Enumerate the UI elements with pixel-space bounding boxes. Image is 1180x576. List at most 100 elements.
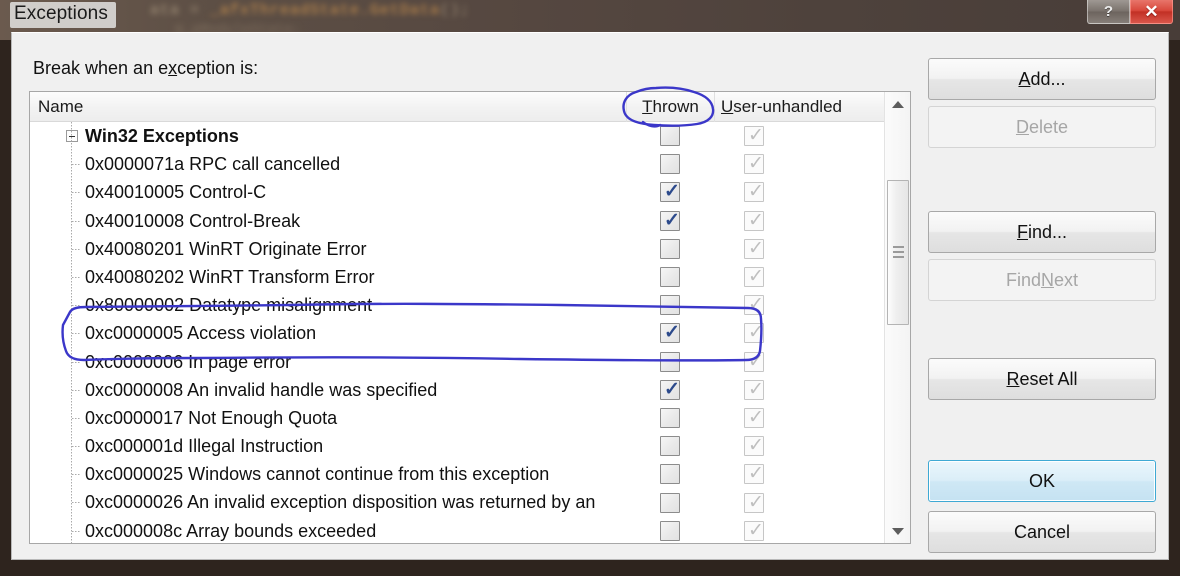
thrown-checkbox-cell[interactable] (626, 235, 714, 263)
list-rows-container: Win32 Exceptions ✓ 0x0000071a RPC call can… (30, 122, 910, 543)
thrown-checkbox-cell[interactable]: ✓ (626, 319, 714, 347)
user-unhandled-checkbox-cell: ✓ (714, 319, 910, 347)
thrown-checkbox-cell[interactable] (626, 432, 714, 460)
row-name-cell: 0x0000071a RPC call cancelled (85, 154, 341, 175)
column-header-name[interactable]: Name (30, 92, 626, 122)
thrown-checkbox[interactable]: ✓ (660, 322, 680, 344)
thrown-checkbox-cell[interactable] (626, 488, 714, 516)
table-row[interactable]: 0xc0000017 Not Enough Quota ✓ (30, 404, 910, 432)
thrown-checkbox-cell[interactable] (626, 404, 714, 432)
thrown-checkbox[interactable] (660, 267, 680, 288)
thrown-checkbox-cell[interactable]: ✓ (626, 207, 714, 235)
thrown-checkbox[interactable] (660, 238, 680, 259)
row-name-cell: 0xc0000006 In page error (85, 351, 292, 372)
user-unhandled-checkbox-cell: ✓ (714, 291, 910, 319)
thrown-checkbox[interactable] (660, 126, 680, 147)
checkmark-icon: ✓ (748, 237, 764, 259)
user-unhandled-checkbox: ✓ (744, 406, 764, 428)
checkmark-icon: ✓ (748, 322, 764, 344)
thrown-checkbox[interactable]: ✓ (660, 181, 680, 203)
reset-all-button[interactable]: Reset All (928, 358, 1156, 400)
row-name-cell: 0x80000002 Datatype misalignment (85, 295, 373, 316)
list-group-row[interactable]: Win32 Exceptions ✓ (30, 122, 910, 150)
thrown-checkbox[interactable] (660, 295, 680, 316)
checkmark-icon: ✓ (748, 266, 764, 288)
exceptions-list[interactable]: Name Thrown User-unhandled Win32 Excepti… (29, 91, 911, 544)
thrown-checkbox-cell[interactable] (626, 150, 714, 178)
list-vertical-scrollbar[interactable] (884, 92, 910, 543)
row-name-cell: 0x40010005 Control-C (85, 182, 267, 203)
user-unhandled-checkbox: ✓ (744, 153, 764, 175)
checkmark-icon: ✓ (748, 378, 764, 400)
thrown-checkbox[interactable] (660, 407, 680, 428)
thrown-checkbox-cell[interactable] (626, 348, 714, 376)
find-next-button[interactable]: Find Next (928, 259, 1156, 301)
table-row[interactable]: 0xc0000006 In page error ✓ (30, 348, 910, 376)
column-header-user-unhandled[interactable]: User-unhandled (714, 92, 910, 122)
delete-button[interactable]: Delete (928, 106, 1156, 148)
help-button[interactable]: ? (1087, 0, 1130, 24)
thrown-checkbox-cell[interactable] (626, 263, 714, 291)
close-button[interactable]: ✕ (1130, 0, 1173, 24)
user-unhandled-checkbox-cell: ✓ (714, 376, 910, 404)
thrown-checkbox-cell[interactable] (626, 291, 714, 319)
find-button[interactable]: Find... (928, 211, 1156, 253)
scrollbar-thumb[interactable] (887, 180, 909, 325)
checkmark-icon: ✓ (748, 435, 764, 457)
table-row[interactable]: 0x40010008 Control-Break ✓ ✓ (30, 207, 910, 235)
user-unhandled-checkbox: ✓ (744, 378, 764, 400)
thrown-checkbox-cell[interactable]: ✓ (626, 178, 714, 206)
thrown-checkbox[interactable] (660, 351, 680, 372)
row-name-cell: 0x40080201 WinRT Originate Error (85, 238, 367, 259)
thrown-checkbox[interactable]: ✓ (660, 210, 680, 231)
ok-button[interactable]: OK (928, 460, 1156, 502)
scroll-up-arrow-icon[interactable] (885, 92, 910, 116)
user-unhandled-checkbox: ✓ (744, 237, 764, 259)
scroll-down-arrow-icon[interactable] (885, 519, 910, 543)
table-row[interactable]: 0xc0000005 Access violation ✓ ✓ (30, 319, 910, 347)
thrown-checkbox[interactable] (660, 492, 680, 513)
user-unhandled-checkbox-cell: ✓ (714, 404, 910, 432)
thrown-checkbox-cell[interactable] (626, 460, 714, 488)
table-row[interactable]: 0x40010005 Control-C ✓ ✓ (30, 178, 910, 206)
thrown-checkbox[interactable] (660, 464, 680, 485)
list-header-row: Name Thrown User-unhandled (30, 92, 910, 122)
thrown-checkbox-cell[interactable]: ✓ (626, 376, 714, 404)
table-row[interactable]: 0xc0000025 Windows cannot continue from … (30, 460, 910, 488)
thrown-checkbox-cell[interactable] (626, 122, 714, 150)
row-name-cell: 0x40010008 Control-Break (85, 210, 301, 231)
table-row[interactable]: 0x40080202 WinRT Transform Error ✓ (30, 263, 910, 291)
user-unhandled-checkbox: ✓ (744, 125, 764, 147)
scrollbar-grip-icon (893, 245, 904, 260)
thrown-checkbox[interactable] (660, 436, 680, 457)
table-row[interactable]: 0x40080201 WinRT Originate Error ✓ (30, 235, 910, 263)
tree-connector-line (71, 122, 72, 543)
dialog-body: Break when an exception is: Name Thrown … (11, 32, 1169, 560)
table-row[interactable]: 0xc0000008 An invalid handle was specifi… (30, 376, 910, 404)
checkmark-icon: ✓ (748, 406, 764, 428)
column-header-thrown[interactable]: Thrown (626, 92, 714, 122)
table-row[interactable]: 0x80000002 Datatype misalignment ✓ (30, 291, 910, 319)
thrown-checkbox[interactable]: ✓ (660, 379, 680, 400)
add-button[interactable]: Add... (928, 58, 1156, 100)
table-row[interactable]: 0xc000001d Illegal Instruction ✓ (30, 432, 910, 460)
thrown-checkbox[interactable] (660, 520, 680, 541)
exceptions-dialog-window: ata = _afxThreadState.GetData(); m_pModu… (0, 0, 1180, 576)
user-unhandled-checkbox-cell: ✓ (714, 488, 910, 516)
user-unhandled-checkbox-cell: ✓ (714, 348, 910, 376)
thrown-checkbox-cell[interactable] (626, 517, 714, 543)
user-unhandled-checkbox: ✓ (744, 435, 764, 457)
user-unhandled-checkbox-cell: ✓ (714, 150, 910, 178)
cancel-button[interactable]: Cancel (928, 511, 1156, 553)
table-row[interactable]: 0x0000071a RPC call cancelled ✓ (30, 150, 910, 178)
row-name-cell: 0xc000001d Illegal Instruction (85, 436, 324, 457)
user-unhandled-checkbox-cell: ✓ (714, 263, 910, 291)
checkmark-icon: ✓ (748, 350, 764, 372)
thrown-checkbox[interactable] (660, 154, 680, 175)
table-row[interactable]: 0xc000008c Array bounds exceeded ✓ (30, 517, 910, 543)
table-row[interactable]: 0xc0000026 An invalid exception disposit… (30, 488, 910, 516)
user-unhandled-checkbox: ✓ (744, 463, 764, 485)
user-unhandled-checkbox: ✓ (744, 492, 764, 513)
checkmark-icon: ✓ (664, 322, 680, 344)
user-unhandled-checkbox-cell: ✓ (714, 517, 910, 543)
